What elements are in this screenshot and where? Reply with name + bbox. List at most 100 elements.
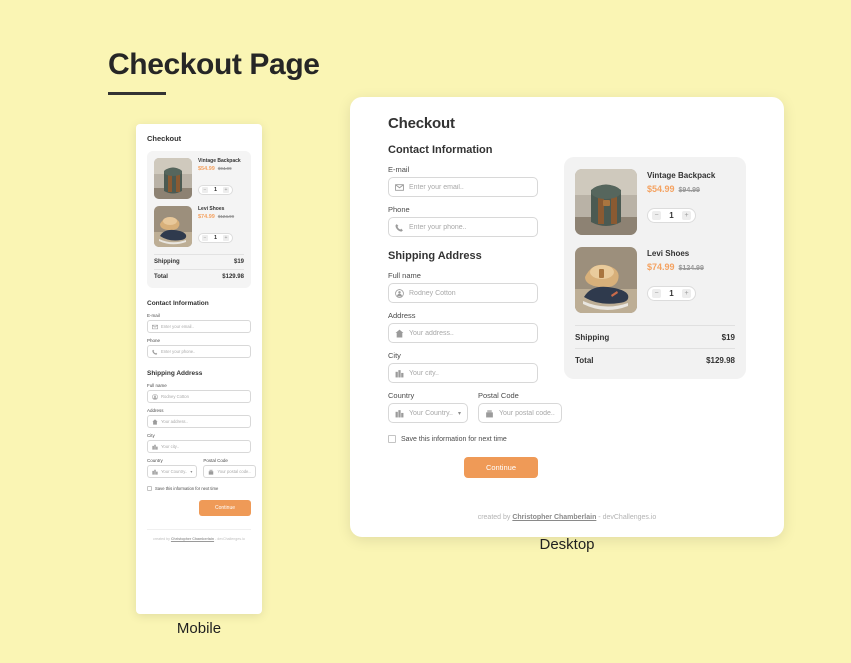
mobile-postal-placeholder: Your postal code.. — [217, 469, 251, 474]
desktop-city-placeholder: Your city.. — [409, 369, 439, 377]
desktop-contact-section-title: Contact Information — [388, 144, 493, 156]
mobile-quantity-stepper[interactable]: − 1 + — [198, 185, 233, 195]
desktop-order-summary: Vintage Backpack $54.99 $94.99 − 1 + Lev… — [564, 157, 746, 379]
desktop-save-info-checkbox[interactable] — [388, 435, 396, 443]
mobile-country-select[interactable]: Your Country.. ▾ — [147, 465, 198, 478]
mobile-address-input[interactable]: Your address.. — [147, 415, 251, 428]
desktop-total-value: $129.98 — [706, 356, 735, 365]
mobile-address-placeholder: Your address.. — [161, 419, 188, 424]
desktop-phone-field-group: Phone Enter your phone.. — [388, 205, 538, 237]
mobile-city-field-group: City Your city.. — [147, 433, 251, 453]
mobile-increment-button[interactable]: + — [223, 235, 229, 241]
desktop-shipping-value: $19 — [721, 333, 735, 342]
mobile-phone-input[interactable]: Enter your phone.. — [147, 345, 251, 358]
desktop-item-price: $54.99 — [647, 184, 675, 194]
desktop-save-info-row[interactable]: Save this information for next time — [388, 435, 538, 443]
mobile-phone-placeholder: Enter your phone.. — [161, 349, 196, 354]
page-heading: Checkout Page — [108, 48, 320, 95]
mobile-footer-author[interactable]: Christopher Chamberlain — [171, 537, 214, 541]
mobile-email-field-group: E-mail Enter your email.. — [147, 313, 251, 333]
desktop-phone-input[interactable]: Enter your phone.. — [388, 217, 538, 237]
mobile-item-name: Levi Shoes — [198, 206, 225, 212]
mobile-fullname-input[interactable]: Rodney Cotton — [147, 390, 251, 403]
desktop-decrement-button[interactable]: − — [652, 289, 661, 298]
mobile-total-value: $129.98 — [222, 274, 244, 280]
desktop-country-select[interactable]: Your Country.. ▾ — [388, 403, 468, 423]
mobile-continue-button[interactable]: Continue — [198, 500, 251, 516]
desktop-footer-prefix: created by — [477, 514, 513, 521]
city-icon — [395, 369, 404, 378]
mobile-shipping-label: Shipping — [154, 259, 180, 265]
envelope-icon — [395, 183, 404, 192]
desktop-fullname-field-group: Full name Rodney Cotton — [388, 271, 538, 303]
mobile-city-input[interactable]: Your city.. — [147, 440, 251, 453]
desktop-item-prices: $54.99 $94.99 — [647, 184, 715, 194]
mobile-shipping-row: Shipping $19 — [154, 254, 244, 269]
mobile-item-original-price: $124.99 — [217, 214, 235, 219]
mobile-postal-input[interactable]: Your postal code.. — [203, 465, 256, 478]
city-icon — [152, 444, 158, 450]
mobile-footer-suffix: - devChallenges.io — [214, 537, 245, 541]
envelope-icon — [152, 324, 158, 330]
mobile-postal-field-group: Postal Code Your postal code.. — [203, 458, 256, 478]
desktop-increment-button[interactable]: + — [682, 211, 691, 220]
desktop-continue-button[interactable]: Continue — [463, 457, 538, 478]
mobile-country-placeholder: Your Country.. — [161, 469, 188, 474]
desktop-fullname-input[interactable]: Rodney Cotton — [388, 283, 538, 303]
mobile-fullname-field-group: Full name Rodney Cotton — [147, 383, 251, 403]
mobile-item-name: Vintage Backpack — [198, 158, 241, 164]
mobile-quantity-value: 1 — [213, 187, 218, 193]
desktop-item-prices: $74.99 $124.99 — [647, 262, 704, 272]
heading-underline — [108, 92, 166, 95]
mobile-quantity-stepper[interactable]: − 1 + — [198, 233, 233, 243]
mobile-country-label: Country — [147, 458, 163, 463]
mobile-footer: created by Christopher Chamberlain - dev… — [147, 529, 251, 549]
desktop-caption: Desktop — [539, 536, 595, 553]
mobile-item-prices: $74.99 $124.99 — [198, 214, 234, 220]
levi-shoes-photo — [154, 206, 192, 247]
desktop-city-field-group: City Your city.. — [388, 351, 538, 383]
mobile-country-field-group: Country Your Country.. ▾ — [147, 458, 198, 478]
desktop-summary-item: Vintage Backpack $54.99 $94.99 − 1 + — [575, 169, 735, 235]
desktop-shipping-row: Shipping $19 — [575, 325, 735, 348]
desktop-footer: created by Christopher Chamberlain - dev… — [350, 514, 784, 521]
vintage-backpack-photo — [154, 158, 192, 199]
desktop-continue-row: Continue — [388, 457, 538, 478]
mobile-city-label: City — [147, 433, 155, 438]
mobile-country-postal-row: Country Your Country.. ▾ Postal Code You… — [147, 458, 256, 478]
chevron-down-icon[interactable]: ▾ — [458, 410, 461, 417]
chevron-down-icon[interactable]: ▾ — [190, 469, 192, 474]
desktop-footer-author[interactable]: Christopher Chamberlain — [512, 514, 596, 521]
desktop-quantity-value: 1 — [669, 289, 674, 298]
desktop-postal-input[interactable]: Your postal code.. — [477, 403, 562, 423]
desktop-shipping-section-title: Shipping Address — [388, 250, 482, 262]
desktop-country-label: Country — [388, 391, 415, 400]
desktop-email-placeholder: Enter your email.. — [409, 183, 464, 191]
desktop-increment-button[interactable]: + — [682, 289, 691, 298]
mobile-order-summary: Vintage Backpack $54.99 $94.99 − 1 + Lev… — [147, 151, 251, 288]
mobile-item-price: $74.99 — [198, 214, 215, 220]
person-icon — [152, 393, 158, 400]
mobile-fullname-label: Full name — [147, 383, 167, 388]
desktop-quantity-stepper[interactable]: − 1 + — [647, 208, 696, 223]
desktop-address-input[interactable]: Your address.. — [388, 323, 538, 343]
mobile-decrement-button[interactable]: − — [202, 187, 208, 193]
desktop-address-field-group: Address Your address.. — [388, 311, 538, 343]
mobile-email-input[interactable]: Enter your email.. — [147, 320, 251, 333]
phone-icon — [152, 349, 158, 355]
desktop-email-input[interactable]: Enter your email.. — [388, 177, 538, 197]
desktop-address-placeholder: Your address.. — [409, 329, 454, 337]
desktop-decrement-button[interactable]: − — [652, 211, 661, 220]
desktop-checkout-title: Checkout — [388, 115, 455, 132]
desktop-quantity-stepper[interactable]: − 1 + — [647, 286, 696, 301]
mobile-save-info-checkbox[interactable] — [147, 486, 152, 491]
desktop-city-input[interactable]: Your city.. — [388, 363, 538, 383]
mobile-increment-button[interactable]: + — [223, 187, 229, 193]
mobile-city-placeholder: Your city.. — [161, 444, 179, 449]
desktop-phone-placeholder: Enter your phone.. — [409, 223, 467, 231]
page-title: Checkout Page — [108, 48, 320, 81]
mobile-save-info-row[interactable]: Save this information for next time — [147, 486, 251, 491]
mobile-decrement-button[interactable]: − — [202, 235, 208, 241]
mobile-contact-section-title: Contact Information — [147, 300, 209, 307]
desktop-address-label: Address — [388, 311, 416, 320]
